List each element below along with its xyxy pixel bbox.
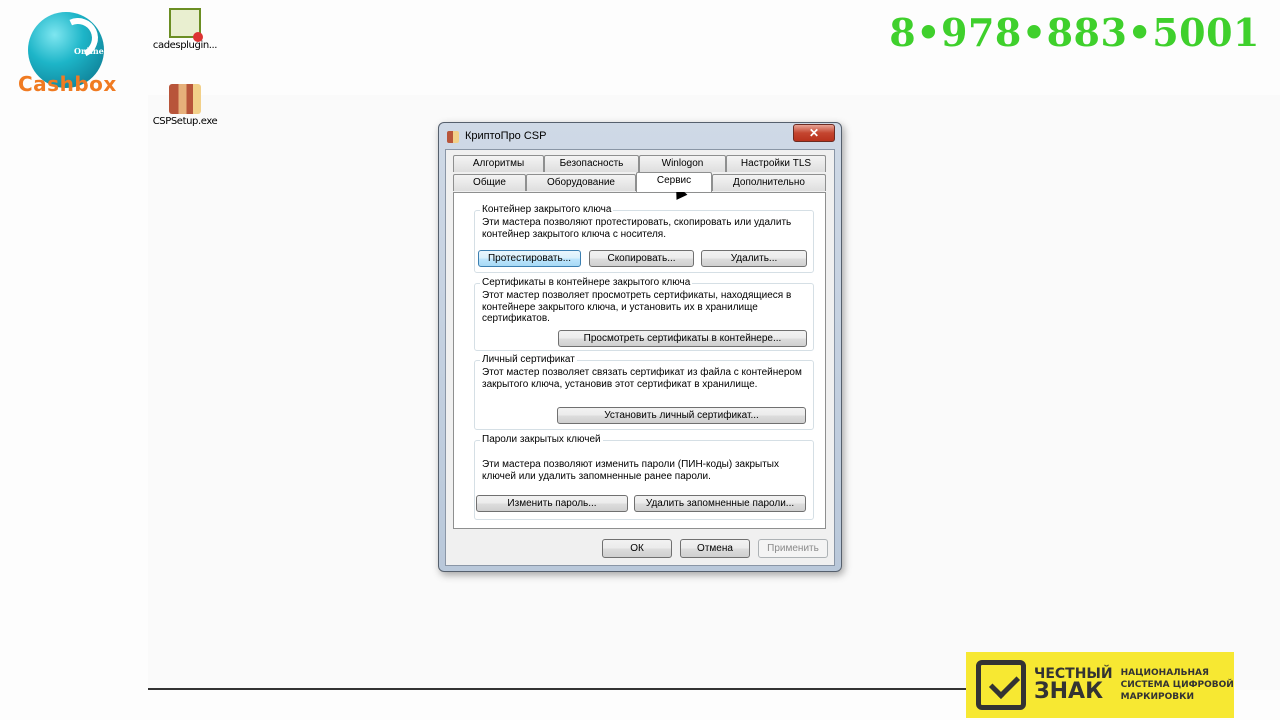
banner-line2: ЗНАК (1034, 679, 1104, 704)
cryptopro-app-icon (447, 131, 459, 143)
desktop: Online Cashbox cadesplugin... CSPSetup.e… (0, 0, 1280, 720)
view-certificates-button[interactable]: Просмотреть сертификаты в контейнере... (558, 330, 807, 347)
window-title: КриптоПро CSP (465, 130, 547, 142)
banner-sub1: НАЦИОНАЛЬНАЯ (1120, 667, 1209, 678)
group-description: Этот мастер позволяет просмотреть сертиф… (482, 290, 792, 324)
test-container-button[interactable]: Протестировать... (478, 250, 581, 267)
cashbox-logo: Online Cashbox (18, 10, 118, 102)
delete-saved-passwords-button[interactable]: Удалить запомненные пароли... (634, 495, 806, 512)
group-personal-certificate: Личный сертификат Этот мастер позволяет … (474, 354, 814, 430)
tab-advanced[interactable]: Дополнительно (712, 174, 826, 191)
group-description: Эти мастера позволяют изменить пароли (П… (482, 459, 779, 482)
banner-subtitle: НАЦИОНАЛЬНАЯ СИСТЕМА ЦИФРОВОЙ МАРКИРОВКИ (1121, 667, 1234, 703)
banner-sub2: СИСТЕМА ЦИФРОВОЙ (1120, 679, 1234, 690)
tab-service[interactable]: Сервис (636, 172, 712, 192)
desktop-icon-label: CSPSetup.exe (152, 116, 218, 127)
certificate-file-icon (169, 8, 203, 42)
logo-tagline: Online (74, 46, 104, 56)
copy-container-button[interactable]: Скопировать... (589, 250, 694, 267)
setup-exe-icon (169, 84, 201, 114)
tab-hardware[interactable]: Оборудование (526, 174, 636, 191)
divider-line (148, 688, 978, 690)
tab-tls-settings[interactable]: Настройки TLS (726, 155, 826, 172)
ok-button[interactable]: ОК (602, 539, 672, 558)
group-key-passwords: Пароли закрытых ключей Эти мастера позво… (474, 434, 814, 520)
close-button[interactable]: ✕ (793, 124, 835, 142)
desktop-icon-cadesplugin[interactable]: cadesplugin... (140, 8, 230, 51)
phone-number: 8•978•883•5001 (889, 10, 1260, 55)
group-title: Пароли закрытых ключей (480, 434, 603, 445)
tab-security[interactable]: Безопасность (544, 155, 639, 172)
cancel-button[interactable]: Отмена (680, 539, 750, 558)
banner-brand: ЧЕСТНЫЙ ЗНАК (1034, 667, 1113, 703)
group-container-certificates: Сертификаты в контейнере закрытого ключа… (474, 277, 814, 351)
group-title: Сертификаты в контейнере закрытого ключа (480, 277, 693, 288)
desktop-icon-cspsetup[interactable]: CSPSetup.exe (140, 84, 230, 127)
desktop-icon-label: cadesplugin... (152, 40, 218, 51)
tab-general[interactable]: Общие (453, 174, 526, 191)
group-title: Контейнер закрытого ключа (480, 204, 614, 215)
install-personal-certificate-button[interactable]: Установить личный сертификат... (557, 407, 806, 424)
window-titlebar[interactable]: КриптоПро CSP ✕ (439, 123, 841, 149)
logo-brand: Cashbox (18, 72, 117, 96)
chestny-znak-banner: ЧЕСТНЫЙ ЗНАК НАЦИОНАЛЬНАЯ СИСТЕМА ЦИФРОВ… (966, 652, 1234, 718)
tab-winlogon[interactable]: Winlogon (639, 155, 726, 172)
group-description: Эти мастера позволяют протестировать, ск… (482, 217, 792, 240)
delete-container-button[interactable]: Удалить... (701, 250, 807, 267)
banner-sub3: МАРКИРОВКИ (1120, 692, 1195, 703)
group-key-container: Контейнер закрытого ключа Эти мастера по… (474, 204, 814, 273)
group-description: Этот мастер позволяет связать сертификат… (482, 367, 802, 390)
cryptopro-window: КриптоПро CSP ✕ Алгоритмы Безопасность W… (438, 122, 842, 572)
window-client: Алгоритмы Безопасность Winlogon Настройк… (445, 149, 835, 566)
tab-algorithms[interactable]: Алгоритмы (453, 155, 544, 172)
apply-button[interactable]: Применить (758, 539, 828, 558)
checkmark-logo-icon (976, 660, 1026, 710)
service-tab-panel: Контейнер закрытого ключа Эти мастера по… (453, 192, 826, 529)
change-password-button[interactable]: Изменить пароль... (476, 495, 628, 512)
group-title: Личный сертификат (480, 354, 577, 365)
